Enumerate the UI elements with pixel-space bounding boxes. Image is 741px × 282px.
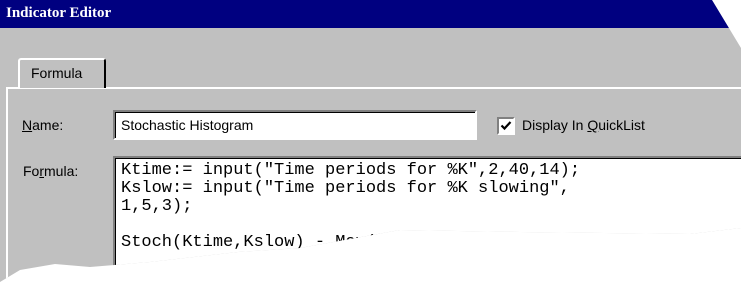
formula-tab-panel <box>6 87 741 282</box>
tab-formula-label: Formula <box>31 65 83 81</box>
window-title: Indicator Editor <box>6 5 112 21</box>
title-bar[interactable]: Indicator Editor <box>0 0 741 28</box>
indicator-editor-dialog: Indicator Editor Formula Name: Stochasti… <box>0 0 741 282</box>
tab-formula[interactable]: Formula <box>18 58 106 88</box>
